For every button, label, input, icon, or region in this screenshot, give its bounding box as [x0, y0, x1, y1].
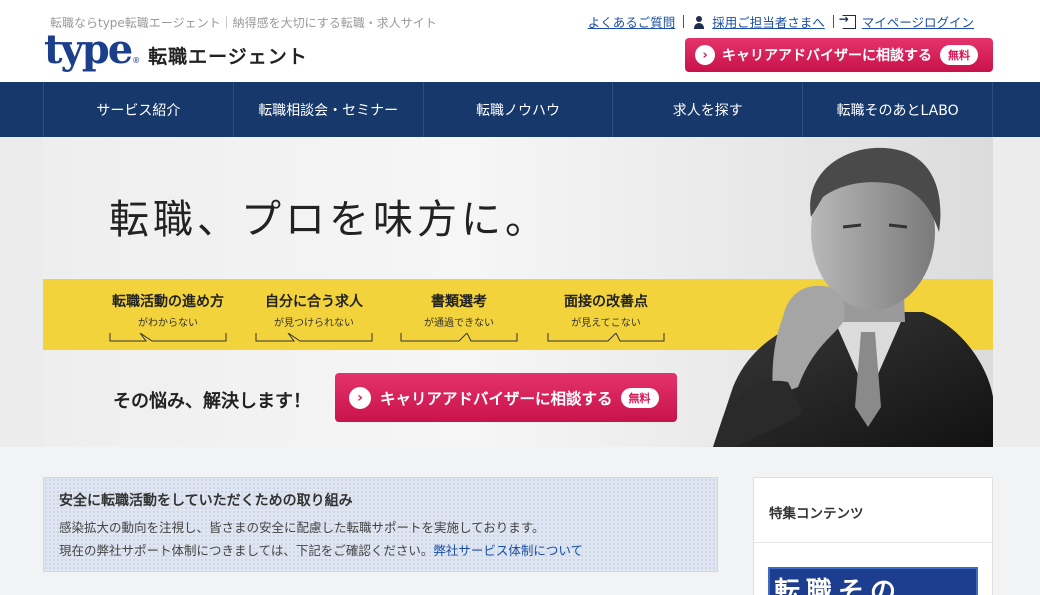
- worry-item: 自分に合う求人 が見つけられない: [254, 291, 374, 342]
- sidebar-divider: [754, 542, 992, 543]
- notice-title: 安全に転職活動をしていただくための取り組み: [59, 493, 353, 509]
- header-consult-label: キャリアアドバイザーに相談する: [722, 48, 932, 64]
- safety-notice: 安全に転職活動をしていただくための取り組み 感染拡大の動向を注視し、皆さまの安全…: [43, 477, 718, 572]
- header-consult-button[interactable]: › キャリアアドバイザーに相談する 無料: [685, 38, 993, 72]
- hero-title: 転職、プロを味方に。: [109, 197, 549, 243]
- recruiter-link-label: 採用ご担当者さまへ: [712, 15, 825, 30]
- chevron-right-icon: ›: [349, 386, 371, 409]
- speech-line-icon: [400, 333, 518, 342]
- logo-subtitle: 転職エージェント: [148, 46, 308, 68]
- login-icon: [839, 12, 856, 29]
- worry-item: 転職活動の進め方 がわからない: [108, 291, 228, 342]
- nav-item-seminars[interactable]: 転職相談会・セミナー: [234, 82, 424, 137]
- faq-link[interactable]: よくあるご質問: [580, 12, 684, 31]
- header-links: よくあるご質問 採用ご担当者さまへ マイページログイン: [580, 12, 982, 31]
- worry-sub: が見えてこない: [571, 318, 641, 329]
- mypage-login-label: マイページログイン: [861, 15, 974, 30]
- hero-banner: 転職、プロを味方に。 転職活動の進め方 がわからない 自分に合う求人 が見つけら…: [43, 137, 993, 447]
- banner-text: 転職その: [774, 577, 903, 595]
- chevron-right-icon: ›: [695, 45, 715, 65]
- worry-sub: がわからない: [138, 318, 198, 329]
- worry-item: 面接の改善点 が見えてこない: [546, 291, 666, 342]
- logo-registered-mark: ®: [132, 56, 141, 65]
- nav-item-services[interactable]: サービス紹介: [44, 82, 234, 137]
- worry-item: 書類選考 が通過できない: [399, 291, 519, 342]
- notice-text: 感染拡大の動向を注視し、皆さまの安全に配慮した転職サポートを実施しております。: [59, 520, 545, 535]
- global-nav: サービス紹介 転職相談会・セミナー 転職ノウハウ 求人を探す 転職そのあとLAB…: [0, 82, 1040, 137]
- mypage-login-link[interactable]: マイページログイン: [834, 12, 982, 31]
- hero-consult-button[interactable]: › キャリアアドバイザーに相談する 無料: [335, 373, 677, 422]
- sidebar-title: 特集コンテンツ: [769, 506, 864, 522]
- nav-item-labo[interactable]: 転職そのあとLABO: [803, 82, 993, 137]
- labo-banner[interactable]: 転職その: [768, 567, 978, 595]
- service-system-link[interactable]: 弊社サービス体制について: [433, 543, 583, 558]
- advisor-photo: [713, 147, 993, 447]
- notice-text-line: 現在の弊社サポート体制につきましては、下記をご確認ください。弊社サービス体制につ…: [59, 540, 702, 559]
- worry-sub: が通過できない: [424, 318, 494, 329]
- logo-type-text: type: [44, 26, 133, 73]
- worry-main: 面接の改善点: [564, 294, 648, 310]
- speech-line-icon: [255, 333, 373, 342]
- worry-main: 書類選考: [431, 294, 487, 310]
- free-badge: 無料: [940, 45, 978, 65]
- site-logo[interactable]: type ® 転職エージェント: [44, 30, 308, 70]
- featured-sidebar: 特集コンテンツ 転職その: [753, 477, 993, 595]
- notice-text: 現在の弊社サポート体制につきましては、下記をご確認ください。: [59, 543, 434, 558]
- site-header: 転職ならtype転職エージェント｜納得感を大切にする転職・求人サイト type …: [0, 0, 1040, 82]
- person-icon: [692, 15, 706, 29]
- speech-line-icon: [547, 333, 665, 342]
- nav-item-knowhow[interactable]: 転職ノウハウ: [424, 82, 614, 137]
- nav-item-job-search[interactable]: 求人を探す: [613, 82, 804, 137]
- worry-sub: が見つけられない: [274, 318, 354, 329]
- recruiter-link[interactable]: 採用ご担当者さまへ: [684, 12, 833, 31]
- hero-consult-label: キャリアアドバイザーに相談する: [380, 389, 613, 408]
- worry-main: 自分に合う求人: [265, 294, 363, 310]
- worry-main: 転職活動の進め方: [112, 294, 224, 310]
- free-badge: 無料: [620, 387, 659, 408]
- hero-solve-text: その悩み、解決します！: [113, 391, 311, 412]
- speech-line-icon: [109, 333, 227, 342]
- faq-link-label: よくあるご質問: [587, 15, 676, 30]
